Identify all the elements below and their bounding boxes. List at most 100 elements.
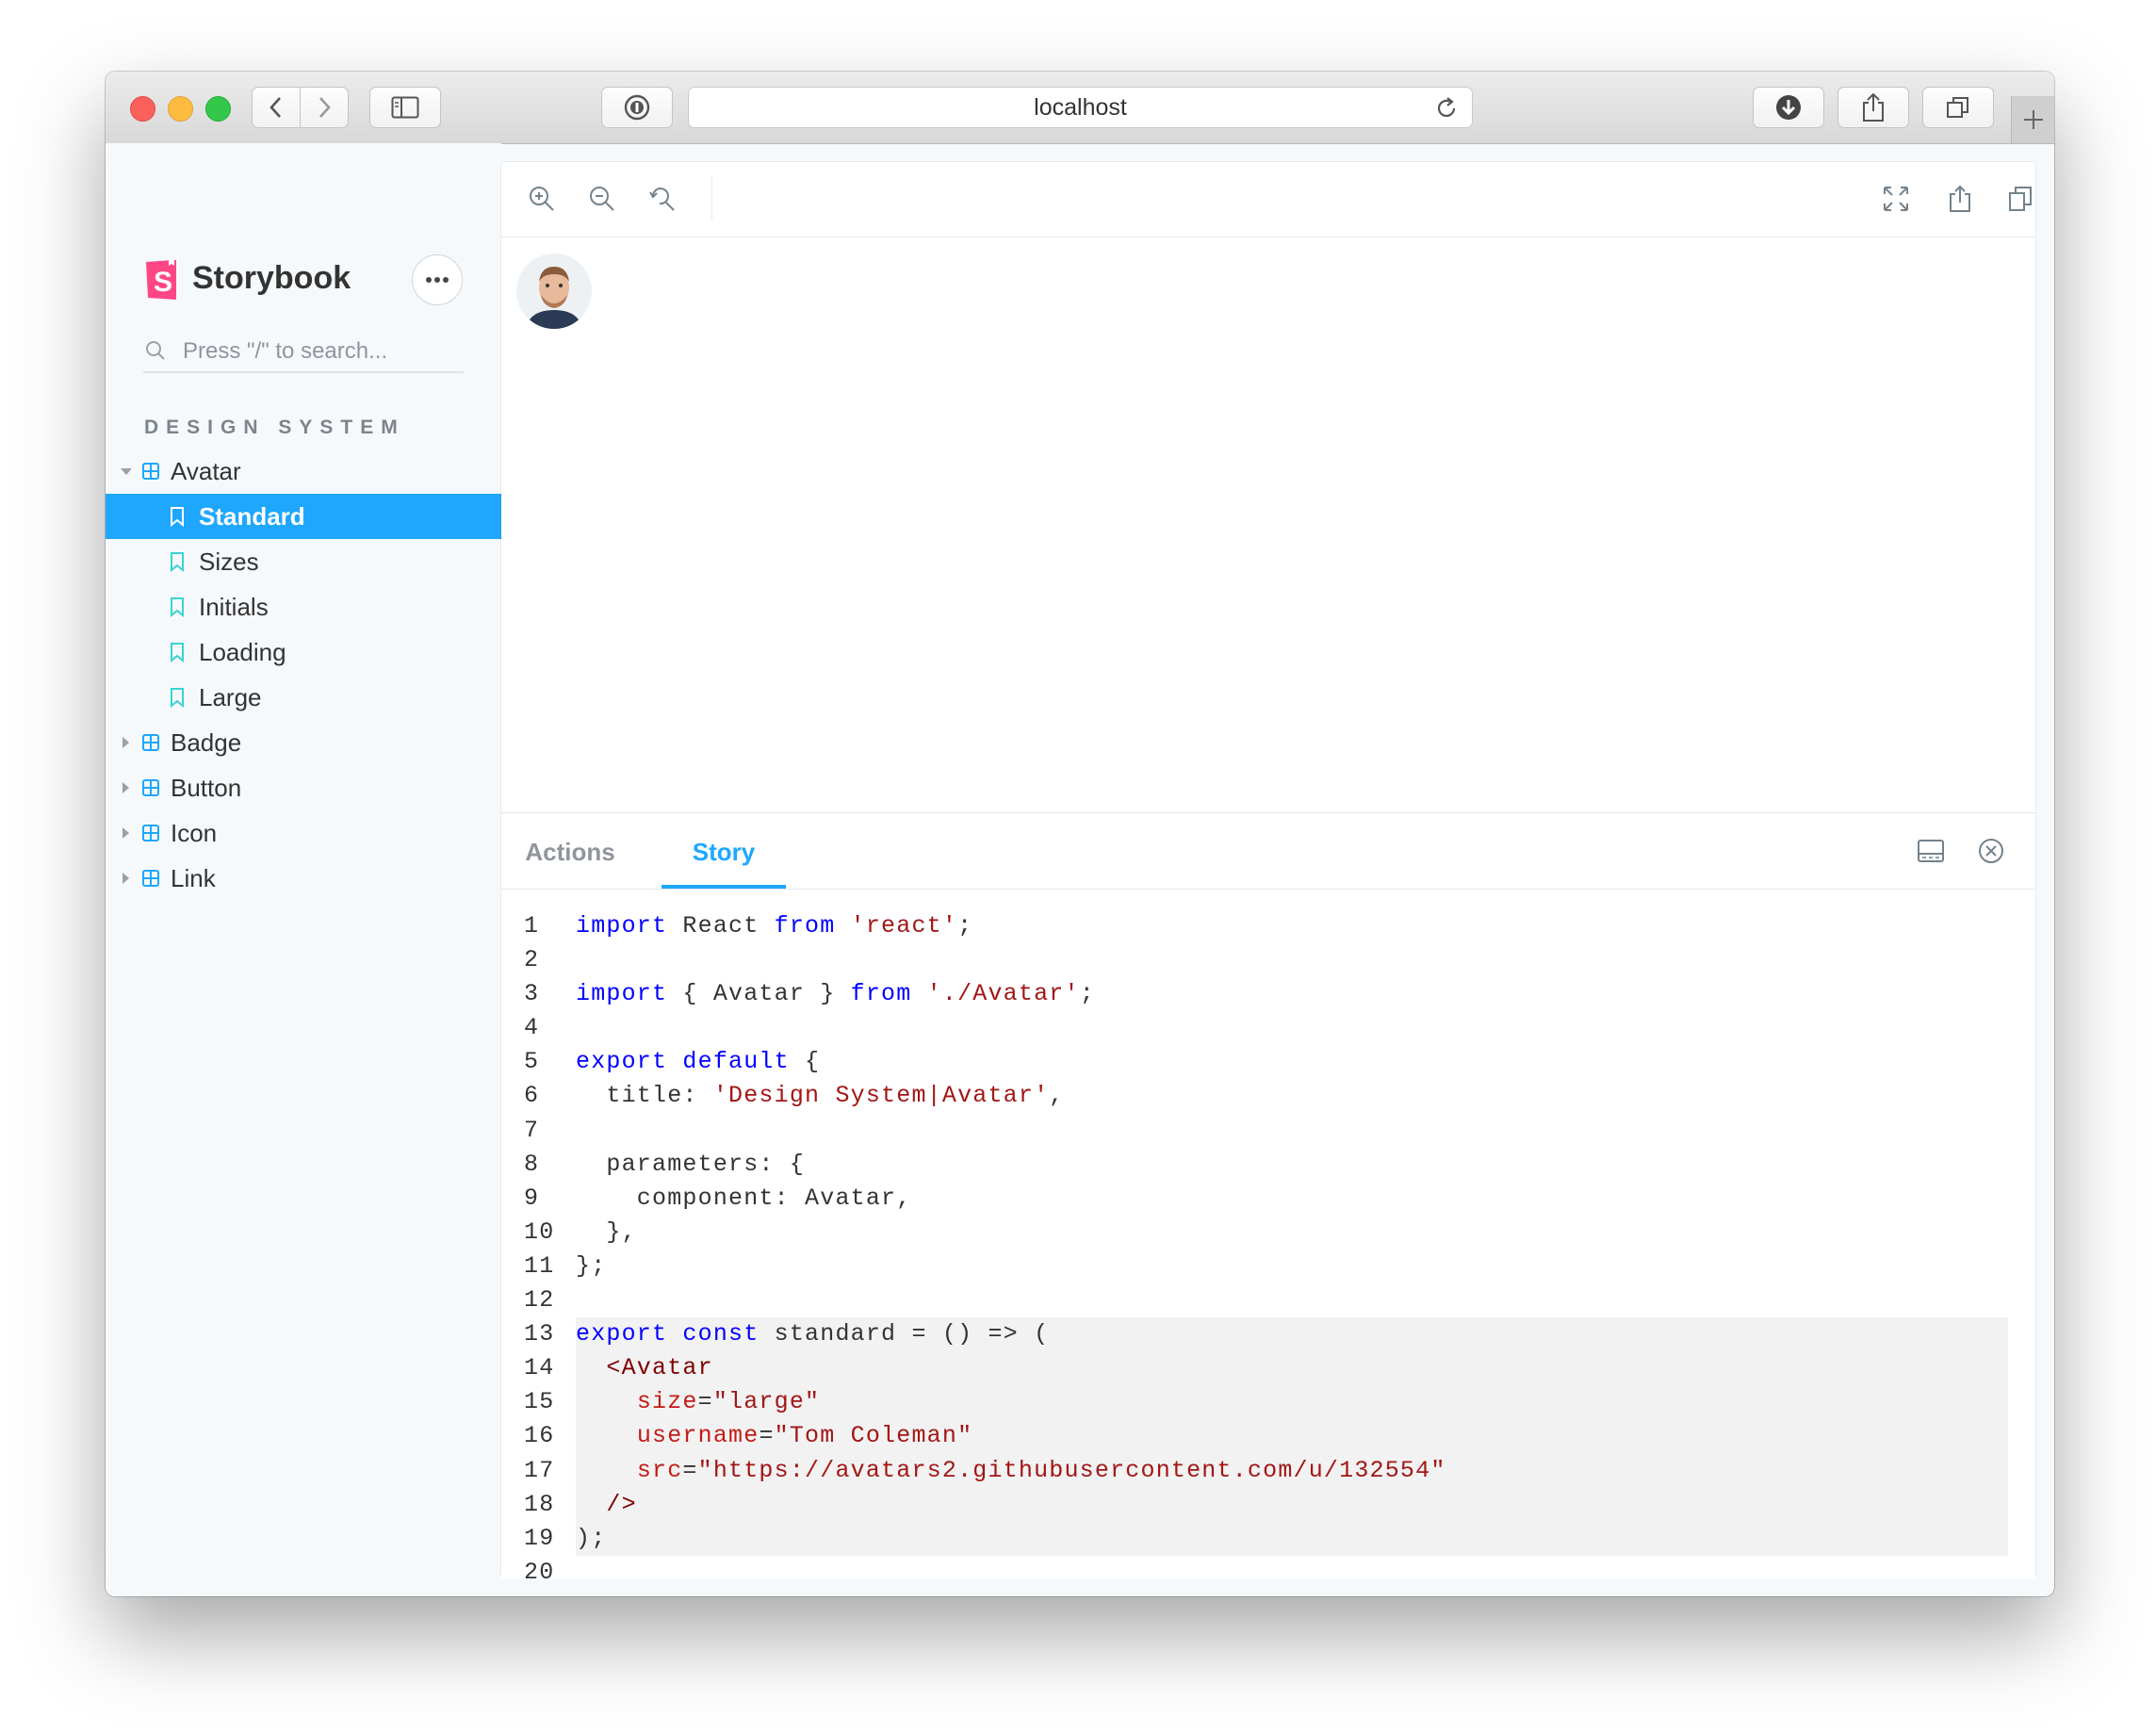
downloads-button[interactable] bbox=[1753, 87, 1824, 128]
code-token: "Tom Coleman" bbox=[774, 1422, 973, 1450]
code-token: export bbox=[576, 1048, 668, 1076]
bookmark-icon bbox=[171, 597, 184, 617]
avatar-photo-icon bbox=[516, 253, 592, 329]
code-text: <Avatar bbox=[576, 1351, 713, 1385]
caret-right-icon bbox=[122, 873, 129, 884]
code-token: ; bbox=[957, 912, 973, 940]
code-token: standard = () => ( bbox=[759, 1320, 1050, 1348]
line-number: 13 bbox=[524, 1320, 555, 1348]
sidebar-item-button[interactable]: Button bbox=[106, 765, 501, 810]
sidebar-toggle-button[interactable] bbox=[369, 87, 441, 128]
zoom-reset-button[interactable] bbox=[647, 184, 678, 214]
close-window-button[interactable] bbox=[130, 96, 155, 122]
line-number: 3 bbox=[524, 980, 540, 1008]
code-token: React bbox=[667, 912, 775, 940]
sidebar-item-badge[interactable]: Badge bbox=[106, 720, 501, 765]
code-token: }, bbox=[576, 1217, 637, 1246]
copy-link-button[interactable] bbox=[2005, 184, 2035, 214]
code-text: size="large" bbox=[576, 1385, 820, 1419]
component-icon bbox=[142, 779, 159, 796]
code-token: from bbox=[774, 912, 836, 940]
code-line: 14 <Avatar bbox=[524, 1351, 2008, 1386]
code-token: { Avatar } bbox=[667, 980, 851, 1008]
sidebar-item-label: Button bbox=[171, 774, 242, 802]
line-number: 16 bbox=[524, 1422, 555, 1450]
zoom-in-button[interactable] bbox=[527, 184, 557, 214]
minimize-window-button[interactable] bbox=[168, 96, 193, 122]
bookmark-icon bbox=[171, 643, 184, 662]
code-text: ); bbox=[576, 1522, 606, 1556]
tab-overview-button[interactable] bbox=[1922, 87, 1994, 128]
plus-icon bbox=[2024, 110, 2043, 129]
sidebar-item-icon[interactable]: Icon bbox=[106, 810, 501, 856]
code-line: 5 export default { bbox=[501, 1045, 2035, 1079]
bookmark-icon bbox=[171, 552, 184, 572]
sidebar-story-label: Sizes bbox=[199, 547, 259, 576]
line-number: 6 bbox=[524, 1082, 540, 1110]
code-line: 10 }, bbox=[501, 1216, 2035, 1250]
brand-name[interactable]: Storybook bbox=[192, 260, 351, 297]
sidebar-story-sizes[interactable]: Sizes bbox=[106, 539, 501, 584]
sidebar-story-large[interactable]: Large bbox=[106, 675, 501, 720]
code-line: 7 bbox=[501, 1114, 2035, 1148]
code-text: /> bbox=[576, 1488, 637, 1522]
line-number: 1 bbox=[524, 912, 540, 940]
tab-story[interactable]: Story bbox=[662, 813, 786, 889]
code-line: 11}; bbox=[501, 1250, 2035, 1283]
share-page-button[interactable] bbox=[1838, 87, 1909, 128]
close-panel-icon[interactable] bbox=[1978, 838, 2004, 864]
line-number: 11 bbox=[524, 1251, 555, 1280]
toolbar-divider bbox=[711, 177, 712, 221]
forward-button[interactable] bbox=[300, 87, 349, 128]
browser-window: localhost S Storybook DESIGN bbox=[106, 72, 2054, 1596]
sidebar-item-link[interactable]: Link bbox=[106, 856, 501, 901]
code-line: 9 component: Avatar, bbox=[501, 1182, 2035, 1216]
code-token: = bbox=[697, 1388, 713, 1416]
code-token: }; bbox=[576, 1251, 607, 1280]
code-token: default bbox=[682, 1048, 790, 1076]
code-token: './Avatar' bbox=[926, 980, 1080, 1008]
maximize-window-button[interactable] bbox=[205, 96, 231, 122]
sidebar-item-label: Link bbox=[171, 864, 216, 892]
code-text: component: Avatar, bbox=[576, 1182, 911, 1216]
reload-icon[interactable] bbox=[1434, 96, 1459, 121]
component-icon bbox=[142, 870, 159, 887]
zoom-out-button[interactable] bbox=[587, 184, 617, 214]
back-button[interactable] bbox=[252, 87, 301, 128]
chevron-right-icon bbox=[319, 97, 331, 118]
open-new-tab-button[interactable] bbox=[1945, 184, 1975, 214]
fullscreen-button[interactable] bbox=[1881, 184, 1911, 214]
code-token: ); bbox=[576, 1524, 607, 1552]
search-icon bbox=[146, 341, 165, 360]
code-token: component: Avatar, bbox=[576, 1184, 912, 1212]
code-token: "large" bbox=[712, 1388, 821, 1416]
code-line: 19); bbox=[524, 1521, 2008, 1556]
new-tab-button[interactable] bbox=[2011, 96, 2054, 143]
code-token: const bbox=[682, 1320, 760, 1348]
search-input[interactable] bbox=[181, 334, 464, 369]
code-token: username bbox=[636, 1422, 760, 1450]
sidebar-story-loading[interactable]: Loading bbox=[106, 629, 501, 675]
fullscreen-icon bbox=[1884, 187, 1908, 211]
code-text: }; bbox=[576, 1250, 606, 1283]
tabs-icon bbox=[1947, 97, 1968, 118]
bookmark-icon bbox=[171, 688, 184, 708]
addons-panel: Actions Story 1 import React from 'react'… bbox=[501, 812, 2035, 1586]
settings-menu-button[interactable] bbox=[412, 254, 463, 305]
address-bar[interactable]: localhost bbox=[688, 87, 1473, 128]
panel-position-icon[interactable] bbox=[1917, 838, 1945, 864]
code-token: ; bbox=[1079, 980, 1095, 1008]
preview-toolbar bbox=[501, 162, 2035, 237]
section-title: DESIGN SYSTEM bbox=[144, 417, 405, 438]
sidebar-item-avatar[interactable]: Avatar bbox=[106, 449, 501, 494]
avatar bbox=[516, 253, 592, 329]
code-token: export bbox=[576, 1320, 668, 1348]
sidebar-story-initials[interactable]: Initials bbox=[106, 584, 501, 629]
password-manager-button[interactable] bbox=[601, 87, 673, 128]
tab-actions[interactable]: Actions bbox=[523, 813, 617, 889]
zoom-out-icon bbox=[590, 187, 614, 211]
sidebar-story-standard[interactable]: Standard bbox=[106, 494, 501, 539]
sidebar: S Storybook DESIGN SYSTEM Avatar Standar… bbox=[106, 143, 501, 1596]
